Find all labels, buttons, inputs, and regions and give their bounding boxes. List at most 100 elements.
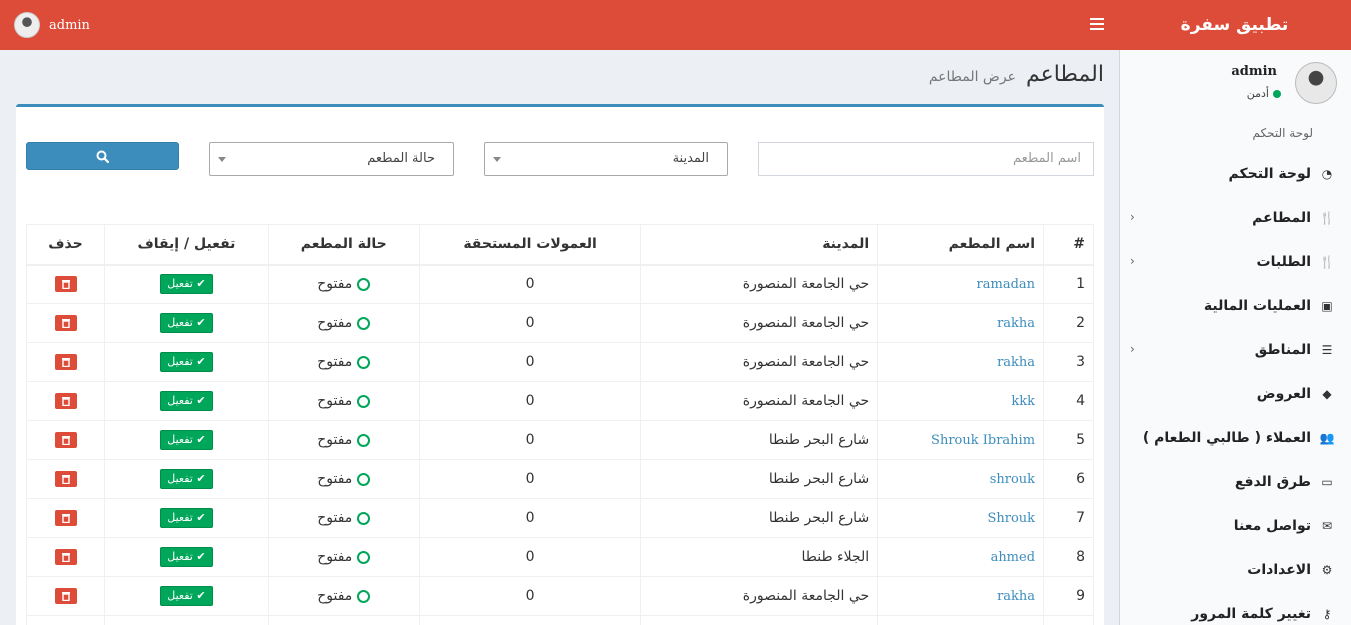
delete-cell	[25, 420, 106, 460]
status-text: مفتوح	[317, 588, 353, 604]
money-icon: ▣	[1321, 299, 1333, 313]
sidebar-item[interactable]: ⚷ تغيير كلمة المرور	[1120, 592, 1351, 625]
activate-button[interactable]: ✔ تفعيل	[160, 508, 213, 528]
chevron-down-icon	[493, 157, 501, 162]
toggle-cell: ✔ تفعيل	[104, 459, 269, 499]
table-row: 9 rakha حي الجامعة المنصورة 0 مفتوح ✔ تفعيل	[25, 576, 1094, 616]
sidebar-item-label: العمليات المالية	[1203, 298, 1311, 314]
activate-button[interactable]: ✔ تفعيل	[160, 430, 213, 450]
delete-button[interactable]	[54, 549, 77, 565]
restaurant-name-cell: kkk	[877, 381, 1045, 421]
activate-button[interactable]: ✔ تفعيل	[160, 352, 213, 372]
delete-button[interactable]	[54, 315, 77, 331]
activate-button[interactable]: ✔ تفعيل	[160, 586, 213, 606]
page-subtitle: عرض المطاعم	[928, 69, 1016, 85]
sidebar-item[interactable]: ◔ لوحة التحكم	[1120, 152, 1351, 196]
sidebar-item[interactable]: ⚙ الاعدادات	[1120, 548, 1351, 592]
row-number: 5	[1043, 420, 1094, 460]
restaurant-link[interactable]: shrouk	[990, 472, 1035, 487]
activate-button[interactable]: ✔ تفعيل	[160, 274, 213, 295]
cutlery-icon: 🍴	[1319, 211, 1335, 225]
row-number: 7	[1043, 498, 1094, 538]
sidebar-item[interactable]: ☰ المناطق ‹	[1120, 328, 1351, 372]
status-select[interactable]: حالة المطعم	[209, 142, 454, 176]
check-icon: ✔	[192, 550, 206, 563]
status-cell: مفتوح	[267, 381, 420, 421]
trash-icon	[61, 319, 70, 328]
search-button[interactable]	[26, 142, 179, 170]
row-number: 6	[1043, 459, 1094, 499]
commission-cell: 0	[418, 420, 642, 460]
user-menu[interactable]: admin	[14, 12, 90, 38]
restaurant-name-cell: Shrouk Ibrahim	[877, 420, 1045, 460]
sidebar-toggle-icon[interactable]	[1090, 18, 1104, 30]
delete-button[interactable]	[54, 432, 77, 448]
restaurant-link[interactable]: kkk	[1011, 394, 1035, 409]
activate-button[interactable]: ✔ تفعيل	[160, 469, 213, 489]
app-brand[interactable]: تطبيق سفرة	[1118, 0, 1351, 50]
users-icon: 👥	[1319, 431, 1335, 445]
user-menu-name: admin	[49, 17, 90, 33]
row-number: 9	[1043, 576, 1094, 616]
sidebar-user-status: أدمن	[1247, 87, 1281, 100]
restaurant-link[interactable]: ahmed	[991, 550, 1035, 565]
restaurant-name-cell: rakha	[877, 303, 1045, 343]
circle-icon	[357, 316, 371, 330]
delete-button[interactable]	[54, 471, 77, 487]
col-status: حالة المطعم	[267, 224, 420, 266]
delete-cell	[25, 615, 106, 625]
delete-button[interactable]	[54, 276, 77, 293]
sidebar-item[interactable]: ◆ العروض	[1120, 372, 1351, 416]
status-text: مفتوح	[317, 276, 353, 293]
restaurant-link[interactable]: ramadan	[977, 277, 1036, 292]
sidebar-item[interactable]: 🍴 المطاعم ‹	[1120, 196, 1351, 240]
sidebar-item[interactable]: 👥 العملاء ( طالبي الطعام )	[1120, 416, 1351, 460]
city-cell	[640, 615, 879, 625]
restaurant-link[interactable]: Shrouk	[987, 511, 1035, 526]
delete-cell	[25, 498, 106, 538]
trash-icon	[61, 592, 70, 601]
table-row: 10 ✔ تفعيل	[25, 615, 1094, 625]
delete-button[interactable]	[54, 588, 77, 604]
status-text: مفتوح	[317, 315, 353, 331]
sidebar-item[interactable]: ✉ تواصل معنا	[1120, 504, 1351, 548]
commission-cell: 0	[418, 537, 642, 577]
restaurant-link[interactable]: rakha	[997, 316, 1035, 331]
trash-icon	[61, 436, 70, 445]
sidebar-item[interactable]: ▣ العمليات المالية	[1120, 284, 1351, 328]
delete-button[interactable]	[54, 510, 77, 526]
city-cell: حي الجامعة المنصورة	[640, 264, 879, 304]
chevron-down-icon	[218, 157, 226, 162]
delete-button[interactable]	[54, 354, 77, 370]
delete-button[interactable]	[54, 393, 77, 409]
toggle-cell: ✔ تفعيل	[104, 576, 269, 616]
sidebar-item[interactable]: 🍴 الطلبات ‹	[1120, 240, 1351, 284]
activate-button[interactable]: ✔ تفعيل	[160, 547, 213, 567]
city-select[interactable]: المدينة	[484, 142, 728, 176]
activate-button[interactable]: ✔ تفعيل	[160, 391, 213, 411]
city-cell: حي الجامعة المنصورة	[640, 342, 879, 382]
activate-label: تفعيل	[167, 550, 193, 563]
status-text: مفتوح	[317, 432, 353, 448]
restaurants-table: # اسم المطعم المدينة العمولات المستحقة ح…	[25, 224, 1094, 625]
activate-label: تفعيل	[167, 394, 193, 407]
status-text: مفتوح	[317, 510, 353, 526]
city-cell: شارع البحر طنطا	[640, 459, 879, 499]
commission-cell: 0	[418, 576, 642, 616]
sidebar-item-label: الطلبات	[1256, 254, 1311, 270]
status-cell: مفتوح	[267, 537, 420, 577]
cutlery-icon: 🍴	[1319, 255, 1335, 269]
col-city: المدينة	[640, 224, 879, 266]
status-text: مفتوح	[317, 471, 353, 487]
sidebar-item[interactable]: ▭ طرق الدفع	[1120, 460, 1351, 504]
row-number: 2	[1043, 303, 1094, 343]
restaurant-name-input[interactable]: اسم المطعم	[758, 142, 1094, 176]
key-icon: ⚷	[1322, 607, 1332, 621]
trash-icon	[61, 358, 70, 367]
city-cell: حي الجامعة المنصورة	[640, 381, 879, 421]
restaurant-link[interactable]: rakha	[997, 355, 1035, 370]
activate-label: تفعيل	[167, 589, 193, 602]
activate-button[interactable]: ✔ تفعيل	[160, 313, 213, 333]
restaurant-link[interactable]: Shrouk Ibrahim	[931, 433, 1035, 448]
restaurant-link[interactable]: rakha	[997, 589, 1035, 604]
